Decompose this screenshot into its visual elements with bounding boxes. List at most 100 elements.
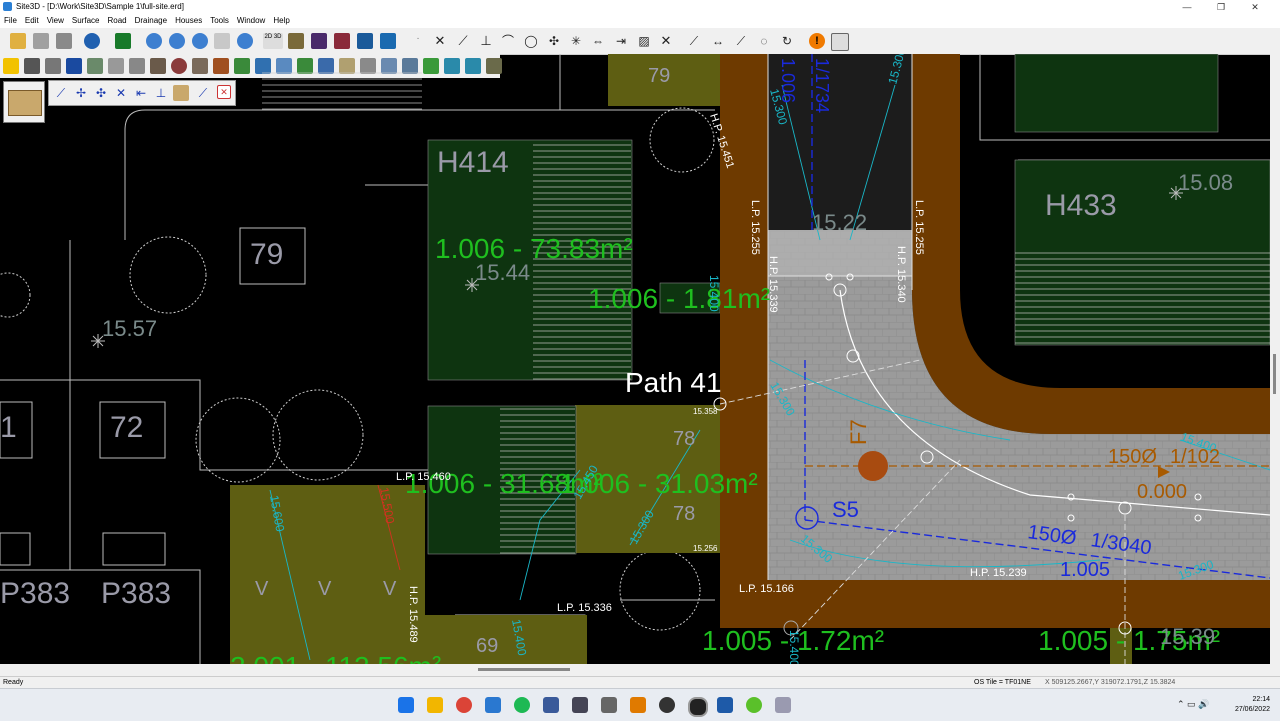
menu-window[interactable]: Window [233,14,269,28]
zoom-extents-icon[interactable] [237,33,253,49]
menu-surface[interactable]: Surface [68,14,104,28]
terminal-icon[interactable] [572,697,588,713]
trim-icon[interactable]: ⟋ [686,33,702,49]
colour-icon[interactable] [334,33,350,49]
spotify-icon[interactable] [514,697,530,713]
menu-file[interactable]: File [0,14,21,28]
circle-icon[interactable]: ◯ [523,33,539,49]
menu-houses[interactable]: Houses [171,14,206,28]
label-lp-15336: L.P. 15.336 [557,602,612,614]
plot-label-79-top: 79 [648,65,670,87]
move-icon[interactable]: ⇔ [590,33,606,49]
parking-label-v3: V [383,578,397,600]
plot-label-72: 72 [110,411,143,444]
render-icon[interactable] [288,33,304,49]
save-icon[interactable] [33,33,49,49]
shade-icon[interactable] [311,33,327,49]
pipe-1-level: 0.000 [1137,481,1187,503]
zoom-in-icon[interactable] [146,33,162,49]
menu-edit[interactable]: Edit [21,14,43,28]
view-2d3d-icon[interactable]: 2D 3D [263,33,283,49]
snap-icon[interactable]: ✣ [546,33,562,49]
hatch-icon[interactable]: ▨ [636,33,652,49]
status-os-tile: OS Tile = TF01NE [974,679,1031,686]
start-icon[interactable] [398,697,414,713]
extend-icon[interactable]: ⇥ [613,33,629,49]
open-file-icon[interactable] [10,33,26,49]
sublime-icon[interactable] [630,697,646,713]
pipe-2-level: 1.005 [1060,559,1110,581]
obs-icon[interactable] [659,697,675,713]
grid-icon[interactable] [380,33,396,49]
area-label-a7: 2.001 - 112.56m² [230,651,441,664]
level-15-08: 15.08 [1178,170,1233,195]
chrome-icon[interactable] [456,697,472,713]
system-tray[interactable]: ⌃ ▭ 🔊 [1177,699,1209,710]
perpendicular-icon[interactable]: ⊥ [478,33,494,49]
label-15256: 15.256 [693,544,718,553]
droplet-icon[interactable] [746,697,762,713]
level-15-22: 15.22 [812,210,867,235]
menu-help[interactable]: Help [269,14,293,28]
layers-icon[interactable] [115,33,131,49]
horizontal-scroll-thumb[interactable] [478,668,570,671]
menu-view[interactable]: View [43,14,68,28]
view-icon[interactable] [357,33,373,49]
point-icon[interactable]: · [410,33,426,49]
title-bar: Site3D - [D:\Work\Site3D\Sample 1\full-s… [0,0,1280,14]
window-title: Site3D - [D:\Work\Site3D\Sample 1\full-s… [16,2,184,11]
site3d-task-icon[interactable] [688,697,708,717]
manhole-label-s5: S5 [832,497,859,522]
zoom-window-icon[interactable] [192,33,208,49]
offset-icon[interactable]: ◌ [756,33,772,49]
level-15-44: 15.44 [475,260,530,285]
label-hp-15340: H.P. 15.340 [895,246,907,303]
label-lp-15255-right: L.P. 15.255 [913,200,925,255]
area-label-a2: 1.006 - 1.81m² [588,283,770,314]
maximize-button[interactable]: ❐ [1204,0,1238,14]
delete-lines-icon[interactable]: ✕ [658,33,674,49]
dimension-icon[interactable]: ↔ [710,33,726,49]
plot-label-p383a: P383 [0,577,70,610]
refresh-icon[interactable]: ↻ [779,33,795,49]
plot-label-79: 79 [250,238,283,271]
cross-icon[interactable]: ✕ [432,33,448,49]
menu-road[interactable]: Road [103,14,130,28]
app-window-icon[interactable] [717,697,733,713]
contour-label-13: 15.400 [787,630,801,664]
label-lp-15255-left: L.P. 15.255 [749,200,761,255]
house-label-h414: H414 [437,146,509,179]
menu-bar: File Edit View Surface Road Drainage Hou… [0,14,1280,28]
f7-manhole-icon[interactable] [858,451,888,481]
editor-icon[interactable] [601,697,617,713]
network-tool-icon[interactable] [543,697,559,713]
chat-icon[interactable] [775,697,791,713]
warning-icon[interactable]: ! [809,33,825,49]
taskbar: ⌃ ▭ 🔊 22:14 27/06/2022 [0,688,1280,721]
back-icon[interactable] [84,33,100,49]
line-icon[interactable]: ⟋ [455,33,471,49]
menu-drainage[interactable]: Drainage [131,14,171,28]
checklist-icon[interactable] [831,33,849,51]
manhole-label-f7: F7 [846,419,871,445]
node-icon[interactable]: ✳ [568,33,584,49]
measure-icon[interactable]: ⟋ [733,33,749,49]
print-icon[interactable] [56,33,72,49]
clock[interactable]: 22:14 27/06/2022 [1235,695,1270,715]
vertical-scrollbar[interactable] [1270,54,1280,676]
minimize-button[interactable]: — [1170,0,1204,14]
drawing-canvas[interactable]: H414 H433 79 79 72 1 78 78 69 P383 P383 … [0,54,1270,664]
file-explorer-icon[interactable] [427,697,443,713]
zoom-out-icon[interactable] [169,33,185,49]
pan-hand-icon[interactable] [214,33,230,49]
status-coordinates: X 509125.2667,Y 319072.1791,Z 15.3824 [1045,679,1176,686]
path-label[interactable]: Path 41 [625,367,722,398]
close-button[interactable]: ✕ [1238,0,1272,14]
crossing [768,230,912,276]
menu-tools[interactable]: Tools [206,14,233,28]
arc-icon[interactable]: ⌒ [500,33,516,49]
parking-label-v1: V [255,578,269,600]
mail-icon[interactable] [485,697,501,713]
vertical-scroll-thumb[interactable] [1273,354,1276,394]
horizontal-scrollbar[interactable] [0,664,1270,676]
